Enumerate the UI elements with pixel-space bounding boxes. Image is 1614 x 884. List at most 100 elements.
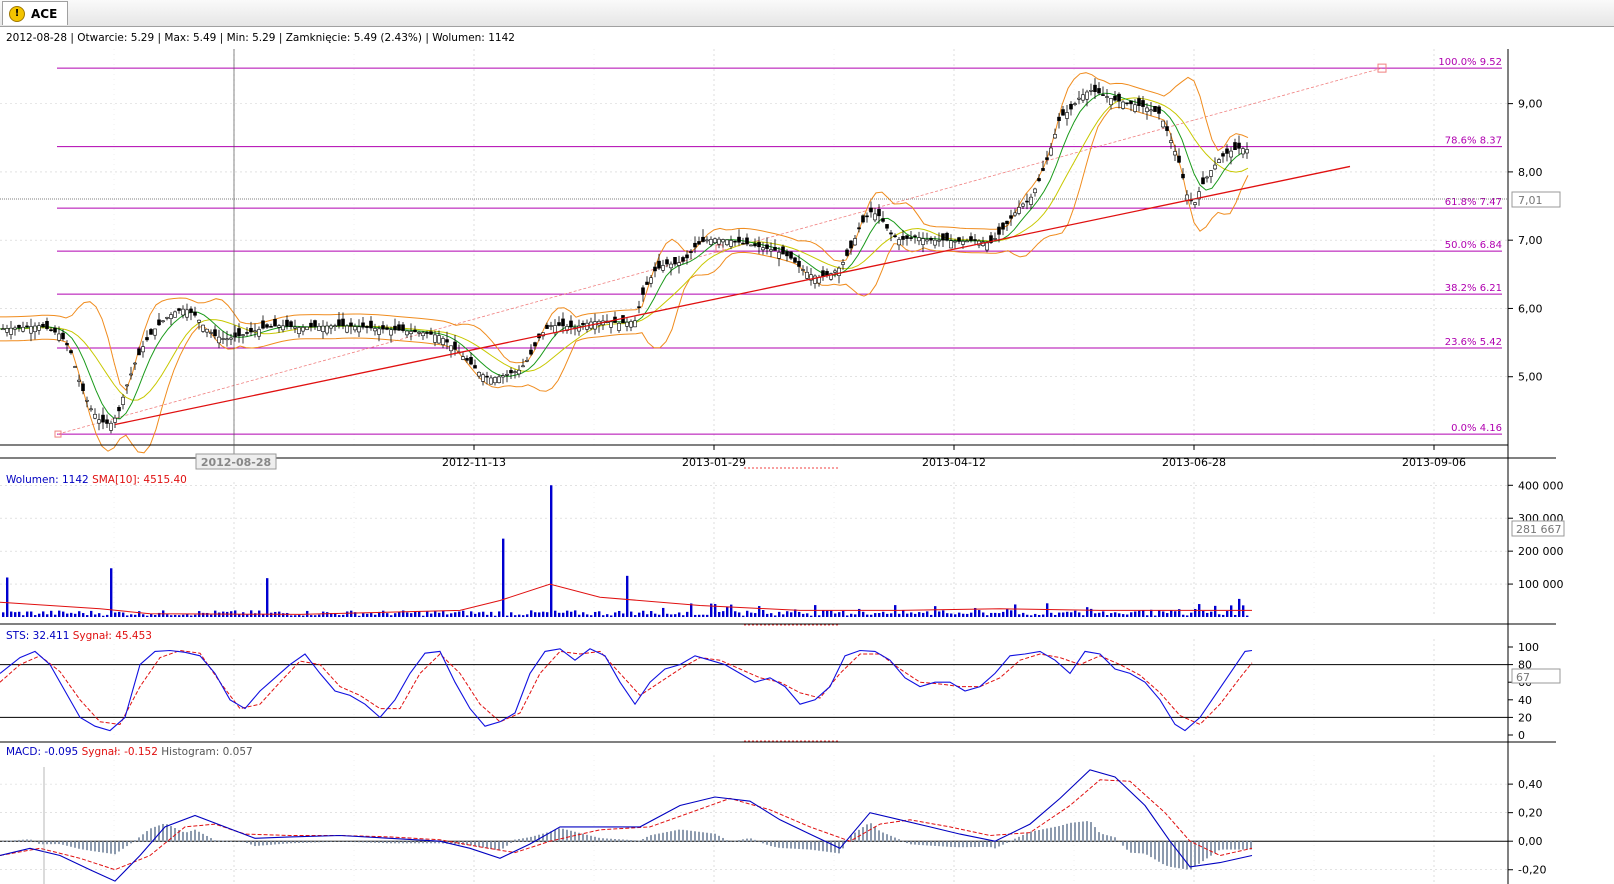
volume-bar — [390, 615, 393, 617]
candle-body — [425, 332, 429, 334]
volume-bar — [534, 612, 537, 617]
candle-body — [1025, 200, 1029, 203]
macd-histogram-bar — [818, 841, 820, 851]
macd-histogram-bar — [74, 841, 76, 848]
candle-body — [369, 320, 373, 329]
volume-bar — [906, 613, 909, 617]
macd-histogram-bar — [1142, 841, 1144, 854]
volume-bar — [722, 611, 725, 617]
volume-bar — [854, 614, 857, 617]
sts-signal-line — [0, 649, 1253, 725]
macd-histogram-bar — [198, 831, 200, 842]
volume-bar — [1158, 610, 1161, 617]
volume-bar — [1014, 604, 1017, 617]
candle-body — [49, 329, 53, 331]
volume-bar — [606, 614, 609, 617]
macd-histogram-bar — [418, 841, 420, 844]
macd-histogram-bar — [1158, 841, 1160, 862]
macd-histogram-bar — [1154, 841, 1156, 860]
candle-body — [993, 238, 997, 240]
volume-bar — [138, 611, 141, 617]
candle-body — [549, 325, 553, 327]
macd-histogram-bar — [226, 840, 228, 842]
candle-body — [617, 322, 621, 331]
candle-body — [813, 275, 817, 284]
macd-histogram-bar — [318, 841, 320, 843]
candle-body — [1205, 176, 1209, 179]
volume-bar — [478, 612, 481, 617]
volume-bar — [558, 612, 561, 617]
macd-histogram-bar — [746, 838, 748, 842]
volume-bar — [1074, 610, 1077, 617]
volume-bar — [626, 575, 629, 617]
candle-body — [657, 260, 661, 269]
volume-bar — [350, 610, 353, 617]
macd-histogram-bar — [1238, 841, 1240, 850]
volume-bar — [170, 615, 173, 617]
stock-chart[interactable]: 2012-08-28 | Otwarcie: 5.29 | Max: 5.49 … — [0, 27, 1614, 884]
volume-bar — [554, 610, 557, 617]
candle-body — [333, 325, 337, 327]
volume-bar — [82, 613, 85, 617]
tab-ace[interactable]: ! ACE — [2, 1, 69, 25]
candle-body — [1009, 215, 1013, 219]
volume-bar — [962, 613, 965, 617]
candle-body — [1133, 104, 1137, 112]
candle-body — [33, 325, 37, 333]
volume-bar — [754, 613, 757, 617]
macd-histogram-bar — [1134, 841, 1136, 853]
volume-bar — [1238, 598, 1241, 617]
volume-bar — [898, 613, 901, 617]
macd-histogram-bar — [806, 841, 808, 850]
volume-bar — [658, 614, 661, 617]
volume-bar — [546, 612, 549, 617]
volume-bar — [1162, 611, 1165, 617]
candle-body — [937, 239, 941, 242]
candle-body — [65, 343, 69, 346]
macd-histogram-bar — [1130, 841, 1132, 853]
candle-body — [385, 327, 389, 330]
volume-bar — [6, 577, 9, 617]
volume-bar — [1154, 615, 1157, 617]
volume-bar — [578, 614, 581, 617]
volume-bar — [598, 611, 601, 617]
candle-body — [489, 377, 493, 385]
volume-bar — [1182, 614, 1185, 617]
macd-histogram-bar — [58, 841, 60, 845]
volume-bar — [406, 612, 409, 617]
macd-histogram-bar — [1118, 841, 1120, 842]
macd-histogram-bar — [998, 841, 1000, 847]
sma-short-line — [0, 92, 1249, 420]
macd-histogram-bar — [782, 841, 784, 849]
macd-histogram-bar — [694, 831, 696, 842]
volume-bar — [1054, 614, 1057, 617]
macd-histogram-bar — [1010, 840, 1012, 842]
candle-body — [581, 322, 585, 325]
volume-bar — [1174, 611, 1177, 617]
volume-bar — [538, 612, 541, 617]
candle-body — [157, 319, 161, 326]
macd-histogram-bar — [1110, 836, 1112, 842]
volume-bar — [1114, 612, 1117, 617]
volume-bar — [886, 613, 889, 617]
macd-histogram-bar — [690, 830, 692, 842]
volume-bar — [442, 610, 445, 617]
volume-bar — [530, 610, 533, 617]
volume-bar — [450, 613, 453, 617]
volume-bar — [1106, 615, 1109, 617]
candle-body — [905, 235, 909, 239]
candle-body — [897, 239, 901, 246]
candle-body — [101, 414, 105, 423]
volume-bar — [498, 611, 501, 617]
candle-body — [281, 325, 285, 331]
candle-body — [961, 240, 965, 245]
candle-body — [669, 263, 673, 269]
macd-histogram-bar — [382, 841, 384, 844]
volume-bar — [782, 614, 785, 617]
volume-bar — [762, 610, 765, 617]
volume-bar — [702, 614, 705, 617]
volume-bar — [726, 606, 729, 617]
macd-histogram-bar — [566, 829, 568, 842]
candle-body — [1177, 155, 1181, 163]
candle-body — [429, 331, 433, 335]
